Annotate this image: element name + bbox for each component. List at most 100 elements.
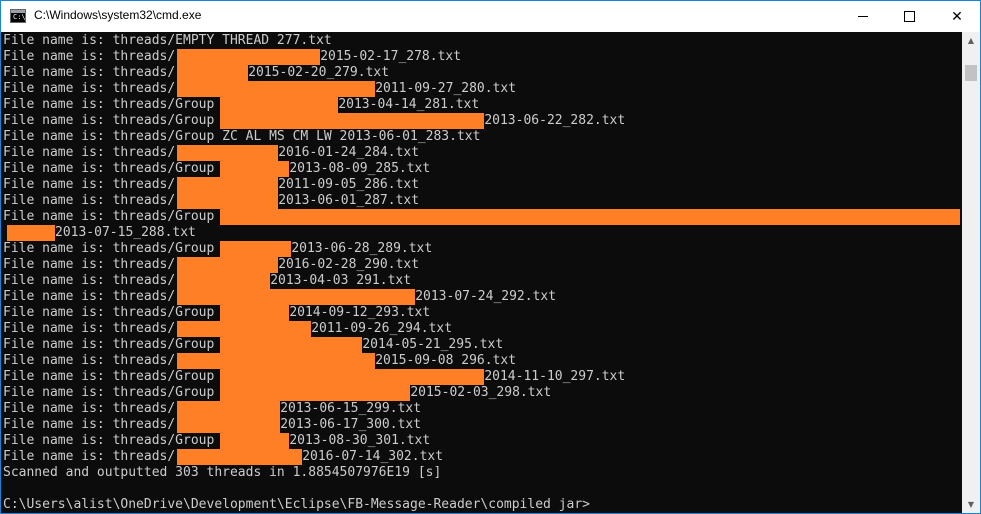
close-button[interactable]: ✕ bbox=[934, 1, 980, 32]
close-icon: ✕ bbox=[951, 8, 963, 25]
console-line-text: File name is: threads/Group bbox=[3, 161, 215, 176]
console-line: Scanned and outputted 303 threads in 1.8… bbox=[3, 465, 441, 481]
console-line-text: C:\Users\alist\OneDrive\Development\Ecli… bbox=[3, 497, 590, 512]
window-title: C:\Windows\system32\cmd.exe bbox=[34, 8, 202, 22]
console-line-filename: 2013-06-28_289.txt bbox=[291, 241, 433, 256]
redaction-block bbox=[220, 369, 485, 385]
console-line-text: File name is: threads/ bbox=[3, 145, 176, 160]
console-line-text: File name is: threads/ bbox=[3, 65, 176, 80]
console-line: File name is: threads/2016-02-28_290.txt bbox=[3, 257, 419, 273]
console-line-filename: 2016-02-28_290.txt bbox=[278, 257, 420, 272]
console-line: File name is: threads/2015-09-08 296.txt bbox=[3, 353, 516, 369]
redaction-block bbox=[220, 161, 290, 177]
console-line: File name is: threads/Group 2013-06-22_28… bbox=[3, 113, 625, 129]
redaction-block bbox=[220, 385, 411, 401]
console-line: File name is: threads/2011-09-05_286.txt bbox=[3, 177, 419, 193]
console-line-filename: 2013-04-03 291.txt bbox=[270, 273, 412, 288]
console-line-filename: 2016-01-24_284.txt bbox=[278, 145, 420, 160]
console-line: File name is: threads/Group 2014-05-21_29… bbox=[3, 337, 503, 353]
console-line-filename: 2013-06-17_300.txt bbox=[280, 417, 422, 432]
console-line-text: File name is: threads/Group bbox=[3, 241, 215, 256]
console-line: C:\Users\alist\OneDrive\Development\Ecli… bbox=[3, 497, 590, 513]
console-line: File name is: threads/Group 2013-06-28_28… bbox=[3, 241, 432, 257]
console-line: File name is: threads/Group 2014-11-10_29… bbox=[3, 369, 625, 385]
redaction-block bbox=[177, 401, 281, 417]
console-line-filename: 2013-06-15_299.txt bbox=[280, 401, 422, 416]
console-line-text: File name is: threads/ bbox=[3, 289, 176, 304]
cmd-icon[interactable]: C:\ bbox=[10, 9, 26, 23]
console-line: File name is: threads/Group 2014-09-12_29… bbox=[3, 305, 430, 321]
console-line-text: File name is: threads/ bbox=[3, 177, 176, 192]
redaction-block bbox=[177, 177, 279, 193]
console-line: File name is: threads/Group ZC AL MS CM … bbox=[3, 129, 480, 145]
redaction-block bbox=[177, 321, 312, 337]
console-line-filename: 2013-08-09_285.txt bbox=[289, 161, 431, 176]
scroll-thumb[interactable] bbox=[965, 65, 977, 81]
console-line: File name is: threads/2013-07-24_292.txt bbox=[3, 289, 556, 305]
maximize-button[interactable] bbox=[886, 1, 932, 32]
minimize-button[interactable] bbox=[840, 1, 886, 32]
console-line-text: File name is: threads/ bbox=[3, 273, 176, 288]
console-line: File name is: threads/2013-04-03 291.txt bbox=[3, 273, 411, 289]
redaction-block bbox=[177, 65, 249, 81]
redaction-block bbox=[220, 433, 290, 449]
console-line-text: File name is: threads/ bbox=[3, 321, 176, 336]
console-line: File name is: threads/Group 2013-04-14_28… bbox=[3, 97, 479, 113]
redaction-block bbox=[177, 257, 279, 273]
redaction-block bbox=[177, 289, 416, 305]
cmd-window: C:\ C:\Windows\system32\cmd.exe ✕ File n… bbox=[0, 0, 981, 514]
redaction-block bbox=[220, 97, 339, 113]
console-line-text: File name is: threads/Group bbox=[3, 97, 215, 112]
console-line: File name is: threads/EMPTY THREAD 277.t… bbox=[3, 33, 332, 49]
console-line-text: File name is: threads/ bbox=[3, 193, 176, 208]
minimize-icon bbox=[858, 16, 868, 17]
console-line: File name is: threads/2015-02-20_279.txt bbox=[3, 65, 389, 81]
console-line-filename: 2013-08-30_301.txt bbox=[289, 433, 431, 448]
console-line-text: File name is: threads/ bbox=[3, 257, 176, 272]
maximize-icon bbox=[903, 11, 915, 22]
title-bar[interactable]: C:\ C:\Windows\system32\cmd.exe ✕ bbox=[1, 1, 980, 32]
console-line-filename: 2013-07-15_288.txt bbox=[55, 225, 196, 240]
scroll-up-arrow[interactable]: ▲ bbox=[962, 32, 980, 49]
vertical-scrollbar[interactable]: ▲ ▼ bbox=[962, 32, 980, 513]
console-line-text: File name is: threads/Group bbox=[3, 209, 215, 224]
console-line-text: File name is: threads/EMPTY THREAD 277.t… bbox=[3, 33, 332, 48]
console-line-text: File name is: threads/Group ZC AL MS CM … bbox=[3, 129, 481, 144]
console-line-filename: 2015-02-17_278.txt bbox=[320, 49, 462, 64]
redaction-block bbox=[177, 81, 376, 97]
console-line: File name is: threads/2013-06-01_287.txt bbox=[3, 193, 419, 209]
console-line-filename: 2014-05-21_295.txt bbox=[362, 337, 504, 352]
console-line-filename: 2015-02-20_279.txt bbox=[248, 65, 390, 80]
redaction-block bbox=[220, 337, 363, 353]
console-line-text: File name is: threads/Group bbox=[3, 369, 215, 384]
console-line-text: File name is: threads/ bbox=[3, 353, 176, 368]
redaction-block bbox=[220, 241, 292, 257]
console-line-text: File name is: threads/Group bbox=[3, 305, 215, 320]
console-line-filename: 2014-09-12_293.txt bbox=[289, 305, 431, 320]
redaction-block bbox=[7, 225, 55, 241]
console-line-text: File name is: threads/ bbox=[3, 449, 176, 464]
redaction-block bbox=[177, 49, 321, 65]
console-line-text: File name is: threads/ bbox=[3, 49, 176, 64]
console-line-text: File name is: threads/ bbox=[3, 81, 176, 96]
redaction-block bbox=[177, 193, 279, 209]
redaction-block bbox=[177, 353, 376, 369]
redaction-block bbox=[177, 417, 281, 433]
console-output[interactable]: File name is: threads/EMPTY THREAD 277.t… bbox=[1, 32, 962, 513]
console-line-filename: 2016-07-14_302.txt bbox=[302, 449, 444, 464]
console-line-text: File name is: threads/Group bbox=[3, 113, 215, 128]
console-line-filename: 2015-09-08 296.txt bbox=[375, 353, 517, 368]
console-line: File name is: threads/2013-06-17_300.txt bbox=[3, 417, 421, 433]
console-line: File name is: threads/2016-07-14_302.txt bbox=[3, 449, 443, 465]
console-line-text: File name is: threads/ bbox=[3, 417, 176, 432]
console-line-text: File name is: threads/Group bbox=[3, 337, 215, 352]
redaction-block bbox=[220, 209, 961, 225]
console-line: File name is: threads/2016-01-24_284.txt bbox=[3, 145, 419, 161]
console-line: File name is: threads/2015-02-17_278.txt bbox=[3, 49, 461, 65]
console-line: File name is: threads/2013-06-15_299.txt bbox=[3, 401, 421, 417]
console-line-text: Scanned and outputted 303 threads in 1.8… bbox=[3, 465, 442, 480]
console-line-text: File name is: threads/Group bbox=[3, 433, 215, 448]
console-line-filename: 2015-02-03_298.txt bbox=[410, 385, 552, 400]
scroll-down-arrow[interactable]: ▼ bbox=[962, 496, 980, 513]
console-line-text: File name is: threads/Group bbox=[3, 385, 215, 400]
